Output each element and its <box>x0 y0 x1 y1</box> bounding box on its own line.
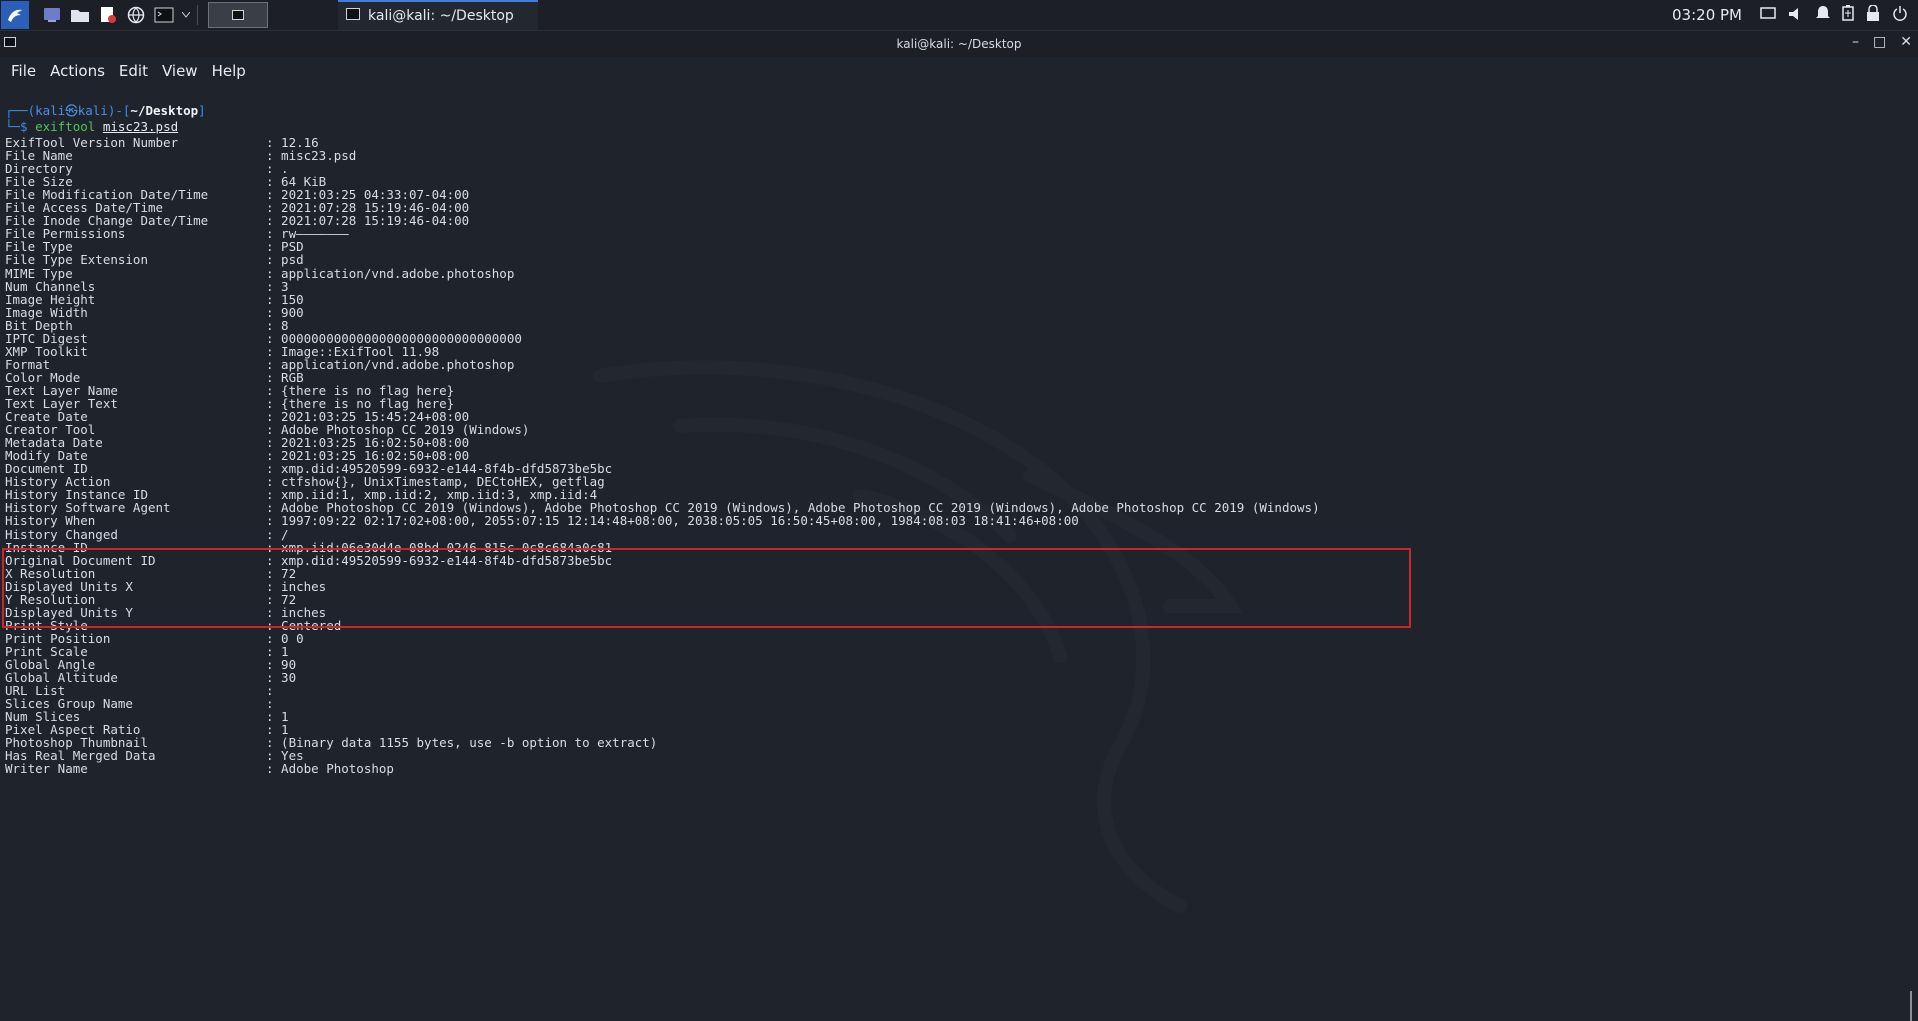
desktop-icon[interactable] <box>41 5 63 25</box>
terminal-window-icon <box>4 36 16 50</box>
terminal-output[interactable]: ┌──(kali㉿kali)-[~/Desktop] └─$ exiftool … <box>0 96 1918 1021</box>
panel-separator <box>197 5 198 25</box>
prompt-line: ┌──(kali㉿kali)-[~/Desktop] <box>5 103 206 118</box>
menu-view[interactable]: View <box>162 62 198 80</box>
window-controls: – □ ✕ <box>1852 34 1912 50</box>
top-panel: kali@kali: ~/Desktop 03:20 PM <box>0 0 1918 31</box>
terminal-icon <box>346 8 360 24</box>
prompt-host: kali <box>77 103 108 118</box>
tag-value: : Adobe Photoshop <box>266 761 394 777</box>
taskbar-item-label: kali@kali: ~/Desktop <box>368 8 514 24</box>
prompt-user: kali <box>35 103 66 118</box>
menu-edit[interactable]: Edit <box>119 62 148 80</box>
menu-bar: File Actions Edit View Help <box>0 57 1918 85</box>
volume-icon[interactable] <box>1788 6 1804 25</box>
close-button[interactable]: ✕ <box>1900 34 1912 50</box>
command-line: └─$ exiftool misc23.psd <box>5 119 179 134</box>
prompt-path: ~/Desktop <box>130 103 199 118</box>
output-line: Writer Name : Adobe Photoshop <box>5 761 394 777</box>
tag-name: Writer Name <box>5 761 88 777</box>
terminal-icon[interactable] <box>153 5 175 25</box>
file-manager-icon[interactable] <box>69 5 91 25</box>
window-title: kali@kali: ~/Desktop <box>896 37 1022 51</box>
system-tray: 03:20 PM <box>1672 0 1918 30</box>
prompt-at: ㉿ <box>65 103 78 118</box>
minimize-button[interactable]: – <box>1852 34 1859 50</box>
display-icon[interactable] <box>1760 6 1776 25</box>
scrollbar[interactable] <box>1910 991 1912 1021</box>
browser-icon[interactable] <box>125 5 147 25</box>
workspace-switcher[interactable] <box>208 2 268 28</box>
window-titlebar[interactable]: kali@kali: ~/Desktop – □ ✕ <box>0 31 1918 57</box>
command: exiftool <box>35 119 96 134</box>
clock[interactable]: 03:20 PM <box>1672 6 1742 24</box>
power-icon[interactable] <box>1892 5 1908 25</box>
menu-file[interactable]: File <box>11 62 36 80</box>
lock-icon[interactable] <box>1866 4 1880 25</box>
app-launcher <box>41 5 191 25</box>
battery-icon[interactable] <box>1842 5 1854 25</box>
tag-value: : 1997:09:22 02:17:02+08:00, 2055:07:15 … <box>266 513 1079 529</box>
command-argument: misc23.psd <box>102 119 179 134</box>
text-editor-icon[interactable] <box>97 5 119 25</box>
menu-help[interactable]: Help <box>212 62 246 80</box>
tag-value: : application/vnd.adobe.photoshop <box>266 265 515 281</box>
kali-dragon-wallpaper <box>593 360 1243 913</box>
history-highlight-box <box>2 548 1411 628</box>
taskbar-terminal-item[interactable]: kali@kali: ~/Desktop <box>338 0 538 30</box>
notification-bell-icon[interactable] <box>1816 5 1830 25</box>
maximize-button[interactable]: □ <box>1873 34 1886 50</box>
tag-value: : (Binary data 1155 bytes, use -b option… <box>266 735 658 751</box>
menu-actions[interactable]: Actions <box>50 62 105 80</box>
kali-menu-icon[interactable] <box>1 1 29 29</box>
chevron-down-icon[interactable] <box>181 5 191 25</box>
